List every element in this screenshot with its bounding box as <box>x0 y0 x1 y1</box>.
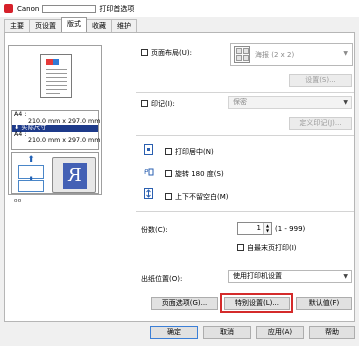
tab-layout[interactable]: 版式 <box>61 17 87 32</box>
page-layout-label: 页面布局(U): <box>151 49 192 57</box>
page-layout-value: 海报 (2 x 2) <box>255 51 295 59</box>
define-stamp-button[interactable]: 定义印记(J)... <box>289 117 352 130</box>
tab-bar: 主要 页设置 版式 收藏 维护 <box>4 17 137 33</box>
arrow-up-icon: ⬆ <box>27 155 35 165</box>
printer-app-icon <box>4 4 13 13</box>
defaults-button[interactable]: 默认值(F) <box>296 297 352 310</box>
copies-label: 份数(C): <box>141 226 168 234</box>
reverse-order-checkbox[interactable] <box>237 244 244 251</box>
rotate-180-checkbox[interactable] <box>165 170 172 177</box>
stamp-label: 印记(I): <box>151 100 175 108</box>
mirrored-r-glyph: R <box>63 163 87 189</box>
output-tray-value: 使用打印机设置 <box>233 272 282 280</box>
ok-button[interactable]: 确定 <box>150 326 198 339</box>
window-title-prefix: Canon <box>17 4 40 13</box>
rotate-180-icon: ᑭ <box>144 168 154 176</box>
copies-stepper[interactable]: 1 ▲ ▼ <box>237 222 272 235</box>
copies-range: (1 - 999) <box>275 225 306 233</box>
poster-layout-icon <box>234 46 250 63</box>
center-print-label: 打印居中(N) <box>175 148 214 156</box>
preview-image-red <box>46 59 53 65</box>
copies-value: 1 <box>256 224 261 232</box>
preview-image-blue <box>53 59 59 65</box>
eyeglasses-icon: ᵒᵒ <box>14 198 22 208</box>
chevron-down-icon: ▼ <box>343 50 348 57</box>
stamp-select[interactable]: 保密 ▼ <box>228 96 352 109</box>
tab-favorites[interactable]: 收藏 <box>86 19 112 32</box>
tab-page-setup[interactable]: 页设置 <box>29 19 62 32</box>
page-options-button[interactable]: 页面选项(G)... <box>151 297 218 310</box>
no-margin-icon <box>144 188 153 199</box>
settings-button[interactable]: 设置(S)... <box>289 74 352 87</box>
tab-main[interactable]: 主要 <box>4 19 30 32</box>
stamp-value: 保密 <box>233 98 247 106</box>
window-title-suffix: 打印首选项 <box>99 4 135 13</box>
center-page-icon <box>144 144 153 155</box>
spin-arrows-icon[interactable]: ▲ ▼ <box>263 223 271 234</box>
paper-tray-icon: ⬆ ⬇ <box>18 156 44 194</box>
redacted-printer-name <box>42 4 97 13</box>
center-print-checkbox[interactable] <box>165 148 172 155</box>
output-size-value: 210.0 mm x 297.0 mm <box>28 137 101 145</box>
no-margin-label: 上下不留空白(M) <box>175 193 229 201</box>
stamp-checkbox[interactable] <box>141 100 148 107</box>
tab-maintenance[interactable]: 维护 <box>111 19 137 32</box>
output-tray-label: 出纸位置(O): <box>141 275 183 283</box>
output-tray-select[interactable]: 使用打印机设置 ▼ <box>228 270 352 283</box>
output-paper-icon: R <box>52 157 96 193</box>
preview-page-thumbnail <box>40 54 72 98</box>
printer-preview: ⬆ ⬇ R <box>11 152 99 194</box>
page-layout-select[interactable]: 海报 (2 x 2) ▼ <box>230 43 353 66</box>
cancel-button[interactable]: 取消 <box>203 326 251 339</box>
title-bar: Canon 打印首选项 <box>0 0 359 17</box>
paper-size-info: A4 : 210.0 mm x 297.0 mm ⬇ 实际尺寸 A4 : 210… <box>11 110 101 150</box>
page-layout-checkbox[interactable] <box>141 49 148 56</box>
help-button[interactable]: 帮助 <box>309 326 355 339</box>
rotate-180-label: 旋转 180 度(S) <box>175 170 224 178</box>
svg-text:ᑭ: ᑭ <box>144 168 149 176</box>
chevron-down-icon: ▼ <box>343 99 348 106</box>
apply-button[interactable]: 应用(A) <box>256 326 304 339</box>
reverse-order-label: 自最末页打印(I) <box>247 244 297 252</box>
chevron-down-icon: ▼ <box>343 273 348 280</box>
highlight-frame <box>220 293 293 313</box>
no-margin-checkbox[interactable] <box>165 193 172 200</box>
